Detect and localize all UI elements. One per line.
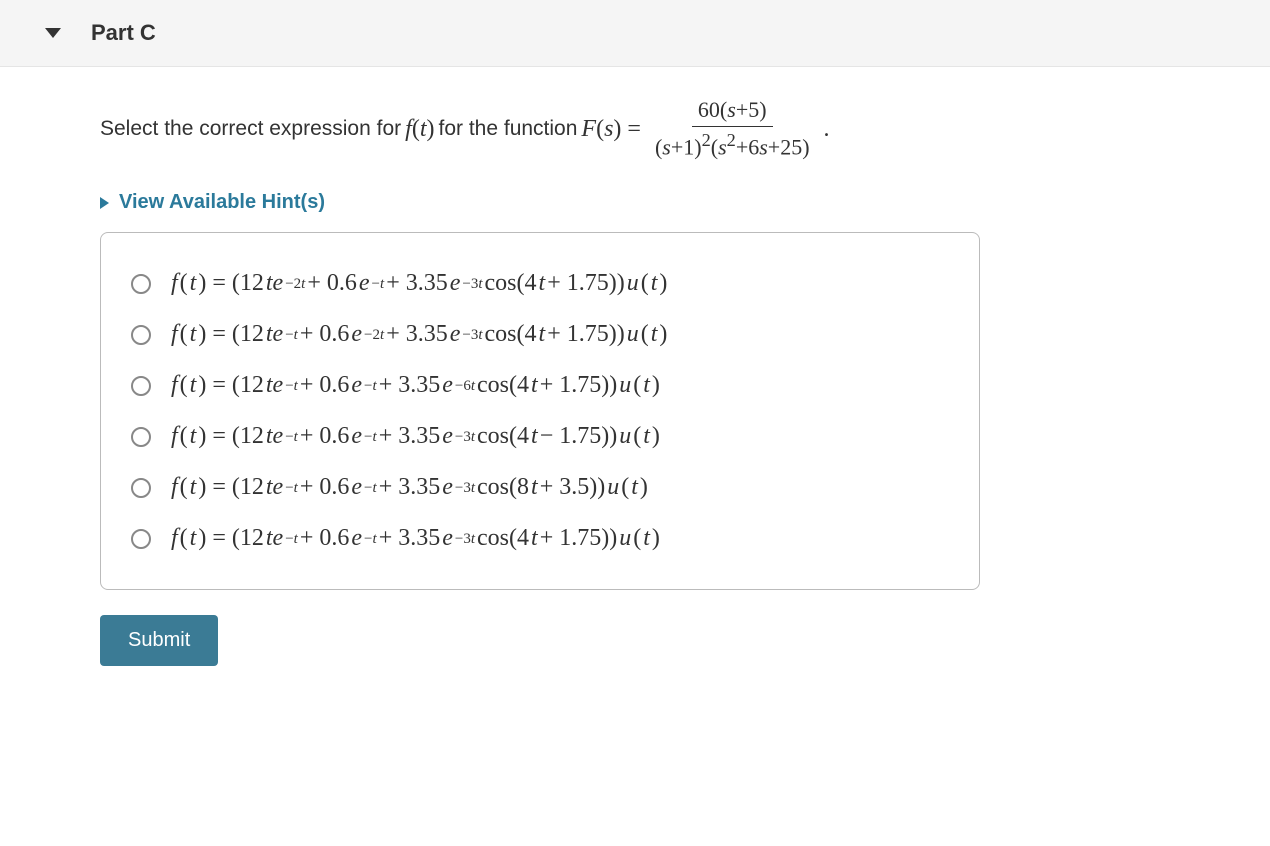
submit-button[interactable]: Submit xyxy=(100,615,218,666)
content-area: Select the correct expression for f(t) f… xyxy=(0,67,1270,696)
option-expression: f(t) = (12te−t + 0.6e−t + 3.35e−3t cos(4… xyxy=(171,423,660,450)
answer-option[interactable]: f(t) = (12te−t + 0.6e−t + 3.35e−3t cos(8… xyxy=(131,462,949,513)
answer-option[interactable]: f(t) = (12te−2t + 0.6e−t + 3.35e−3t cos(… xyxy=(131,258,949,309)
option-expression: f(t) = (12te−t + 0.6e−t + 3.35e−3t cos(4… xyxy=(171,525,660,552)
radio-icon[interactable] xyxy=(131,529,151,549)
option-expression: f(t) = (12te−2t + 0.6e−t + 3.35e−3t cos(… xyxy=(171,270,667,297)
option-expression: f(t) = (12te−t + 0.6e−2t + 3.35e−3t cos(… xyxy=(171,321,667,348)
answer-options: f(t) = (12te−2t + 0.6e−t + 3.35e−3t cos(… xyxy=(100,232,980,590)
prompt-mid: for the function xyxy=(438,113,577,145)
radio-icon[interactable] xyxy=(131,325,151,345)
answer-option[interactable]: f(t) = (12te−t + 0.6e−t + 3.35e−6t cos(4… xyxy=(131,360,949,411)
option-expression: f(t) = (12te−t + 0.6e−t + 3.35e−3t cos(8… xyxy=(171,474,648,501)
section-header[interactable]: Part C xyxy=(0,0,1270,67)
view-hints-toggle[interactable]: View Available Hint(s) xyxy=(100,191,1170,214)
prompt-lead: Select the correct expression for xyxy=(100,113,401,145)
caret-down-icon xyxy=(45,28,61,38)
math-f-t: f(t) xyxy=(405,111,434,147)
math-fraction: 60(s+5) (s+1)2(s2+6s+25) xyxy=(649,97,816,161)
math-F-s: F(s) = xyxy=(581,111,641,147)
radio-icon[interactable] xyxy=(131,376,151,396)
hints-label: View Available Hint(s) xyxy=(119,191,325,214)
answer-option[interactable]: f(t) = (12te−t + 0.6e−t + 3.35e−3t cos(4… xyxy=(131,513,949,564)
question-prompt: Select the correct expression for f(t) f… xyxy=(100,97,1170,161)
caret-right-icon xyxy=(100,197,109,209)
answer-option[interactable]: f(t) = (12te−t + 0.6e−2t + 3.35e−3t cos(… xyxy=(131,309,949,360)
radio-icon[interactable] xyxy=(131,274,151,294)
section-title: Part C xyxy=(91,20,156,46)
radio-icon[interactable] xyxy=(131,478,151,498)
answer-option[interactable]: f(t) = (12te−t + 0.6e−t + 3.35e−3t cos(4… xyxy=(131,411,949,462)
radio-icon[interactable] xyxy=(131,427,151,447)
prompt-tail: . xyxy=(824,111,830,147)
option-expression: f(t) = (12te−t + 0.6e−t + 3.35e−6t cos(4… xyxy=(171,372,660,399)
